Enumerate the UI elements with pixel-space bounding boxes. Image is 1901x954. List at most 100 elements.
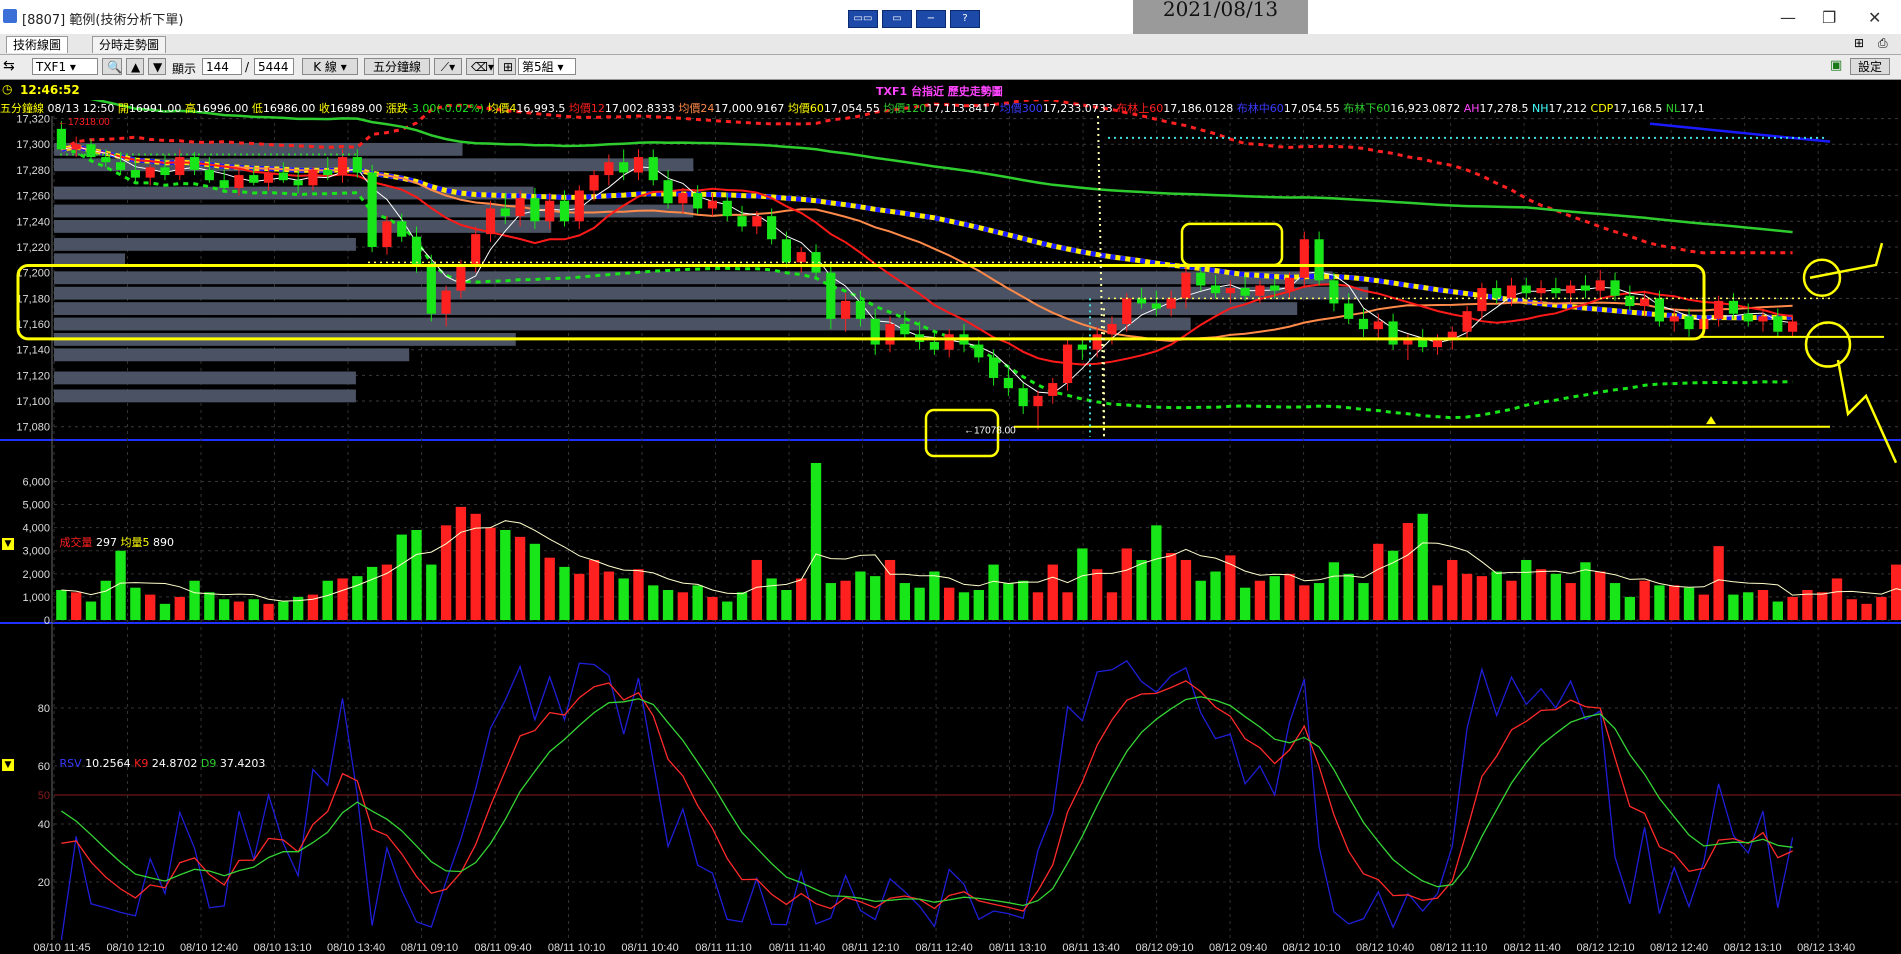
app-icon [3, 9, 17, 23]
candle-body [1595, 280, 1605, 291]
volume-bar [899, 583, 910, 620]
tab-intraday-chart[interactable]: 分時走勢圖 [92, 36, 167, 53]
price-tick-label: 17,100 [16, 396, 50, 408]
group-value: 第5組 [522, 60, 554, 74]
draw-line-icon[interactable]: ⟋▾ [434, 58, 462, 75]
info-nl: 17,1 [1680, 102, 1705, 115]
time-tick-label: 08/12 09:10 [1136, 942, 1194, 954]
candle-body [900, 324, 910, 335]
candle-body [1048, 383, 1058, 396]
volume-collapse-icon[interactable]: ▼ [2, 538, 14, 550]
maximize-icon[interactable]: ❐ [1822, 8, 1836, 27]
volume-bar [322, 580, 333, 620]
info-high-label: 高 [184, 102, 196, 115]
candle-body [767, 216, 777, 240]
info-change-label: 漲跌 [385, 102, 408, 115]
time-tick-label: 08/11 10:40 [621, 942, 678, 954]
candle-body [1758, 316, 1768, 322]
volume-profile-bar [54, 271, 1333, 285]
candle-body [559, 200, 570, 222]
volume-bar [263, 603, 274, 620]
info-datetime: 08/13 12:50 [47, 102, 115, 115]
volume-bar [1328, 562, 1340, 620]
volume-bar [470, 513, 481, 620]
volume-bar [1846, 599, 1857, 620]
price-tick-label: 17,260 [16, 191, 50, 203]
candle-body [1136, 298, 1147, 304]
help-icon[interactable]: ? [950, 10, 980, 28]
pin-icon[interactable]: ⊞ [1854, 36, 1864, 50]
slash-separator: / [245, 60, 250, 74]
candle-body [1018, 388, 1028, 407]
candle-body [278, 172, 288, 181]
candle-body [1107, 324, 1117, 335]
info-low: 16986.00 [262, 102, 316, 115]
time-tick-label: 08/10 13:40 [327, 942, 385, 954]
total-input[interactable]: 5444 [254, 58, 294, 75]
group-select[interactable]: 第5組 ▾ [518, 58, 576, 75]
candle-body [974, 344, 984, 358]
candle-body [145, 167, 155, 178]
volume-bar [1047, 564, 1058, 620]
volume-profile-bar [54, 220, 552, 233]
tab-technical-chart-label: 技術線圖 [13, 38, 62, 52]
kd-tick-label: 20 [38, 877, 50, 889]
volume-bar [840, 580, 851, 620]
search-icon[interactable]: 🔍 [102, 58, 122, 75]
minimize-icon[interactable]: — [1780, 8, 1796, 27]
close-icon[interactable]: ✕ [1868, 8, 1881, 27]
candle-body [781, 239, 792, 263]
candle-body [382, 221, 392, 247]
period-select[interactable]: 五分鐘線 ▾ [364, 58, 430, 91]
info-change: -3.00(-0.02%) [407, 102, 484, 115]
candle-body [1551, 288, 1561, 294]
time-tick-label: 08/12 13:40 [1797, 942, 1855, 954]
grid-icon[interactable]: ⊞ [498, 58, 516, 75]
info-nh: 17,212 [1548, 102, 1588, 115]
print-icon[interactable]: ⎙ [1878, 36, 1888, 51]
volume-bar [1506, 580, 1517, 620]
settings-button[interactable]: 設定 [1850, 58, 1890, 75]
candle-body [1492, 288, 1502, 299]
excel-icon[interactable]: ▣ [1830, 58, 1842, 73]
candle-body [929, 341, 939, 350]
candle-body [1625, 295, 1635, 307]
volume-bar [988, 564, 999, 620]
tab-intraday-chart-label: 分時走勢圖 [99, 38, 160, 52]
candle-body [323, 169, 333, 176]
center-title: TXF1 台指近 歷史走勢圖 [876, 85, 1003, 98]
volume-bar [1609, 583, 1621, 620]
count-input[interactable]: 144 [202, 58, 242, 75]
volume-bar [204, 592, 215, 620]
minus-icon[interactable]: − [916, 10, 946, 28]
volume-bar [973, 589, 984, 620]
candle-body [1358, 318, 1369, 330]
volume-tick-label: 4,000 [22, 523, 50, 535]
volume-value: 297 [96, 536, 117, 549]
kd-collapse-icon[interactable]: ▼ [2, 759, 14, 771]
arrows-icon[interactable]: ⇆ [3, 58, 15, 74]
up-arrow-icon[interactable]: ▲ [126, 58, 144, 75]
time-axis: 08/10 11:45 08/10 12:10 08/10 12:40 08/10 1… [33, 942, 1855, 954]
volume-bar [1713, 546, 1724, 620]
symbol-select[interactable]: TXF1 ▾ [32, 58, 98, 75]
window-icon[interactable]: ▭ [882, 10, 912, 28]
down-arrow-icon[interactable]: ▼ [148, 58, 166, 75]
tab-technical-chart[interactable]: 技術線圖 [6, 36, 69, 53]
candle-body [1196, 272, 1206, 286]
candle-body [1344, 303, 1354, 319]
candle-body [1640, 298, 1650, 307]
price-tick-label: 17,280 [16, 165, 50, 177]
kline-select[interactable]: K 線 ▾ [302, 58, 358, 75]
volume-bar [603, 571, 615, 620]
volume-bar [1521, 559, 1532, 620]
kline-label: K 線 [313, 60, 337, 74]
eraser-icon[interactable]: ⌫▾ [466, 58, 494, 75]
candle-body [115, 162, 126, 170]
candle-body [589, 175, 599, 191]
time-tick-label: 08/12 13:10 [1724, 942, 1782, 954]
info-ma60-label: 均價60 [787, 102, 824, 115]
volume-tick-label: 0 [44, 615, 50, 627]
layout-icon[interactable]: ▭▭ [848, 10, 878, 28]
chart-area: 17,080 17,100 17,120 17,140 17,160 17,180 17,2… [0, 80, 1901, 954]
